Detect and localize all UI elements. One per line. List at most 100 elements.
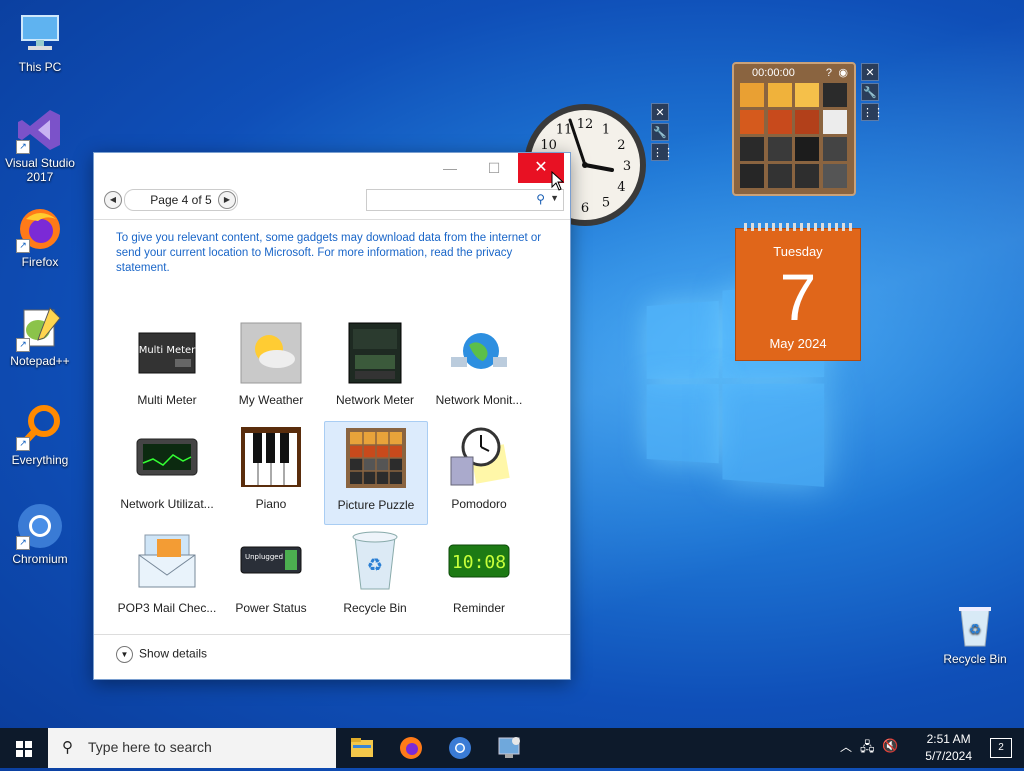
next-page-button[interactable]: ▶ [218,191,236,209]
gadget-recycle-bin[interactable]: ♻ Recycle Bin [324,525,426,627]
search-icon[interactable]: ⚲ [536,192,545,206]
gadget-multi-meter[interactable]: Multi Meter Multi Meter [116,317,218,419]
puzzle-tile[interactable] [739,163,765,189]
drag-handle-icon[interactable]: ⋮⋮ [861,103,884,121]
desktop-icon-visual-studio[interactable]: ↗ Visual Studio 2017 [0,106,80,184]
system-tray: ︿ 🖧 🔇 2:51 AM 5/7/2024 2 [834,728,1024,768]
chevron-down-icon[interactable]: ▼ [550,193,559,203]
folder-icon [351,738,373,757]
privacy-notice-link[interactable]: To give you relevant content, some gadge… [116,231,546,276]
clock-number: 4 [617,180,625,195]
search-icon: ⚲ [62,739,73,756]
volume-muted-icon[interactable]: 🔇 [882,738,898,754]
desktop-icon-label: Chromium [12,552,68,566]
puzzle-tile[interactable] [766,109,793,135]
gadget-piano[interactable]: Piano [220,421,322,523]
start-button[interactable] [0,728,48,768]
close-icon[interactable]: ✕ [861,63,879,81]
puzzle-tile[interactable] [794,82,820,108]
desktop-icon-this-pc[interactable]: This PC [0,10,80,74]
puzzle-tile[interactable] [794,136,820,162]
puzzle-tile[interactable] [794,109,820,135]
gadget-pomodoro[interactable]: Pomodoro [428,421,530,523]
mouse-cursor-icon [551,170,565,194]
gadget-reminder[interactable]: 10:08 Reminder [428,525,530,627]
clock-gadget-tools: ✕ 🔧 ⋮⋮ [651,103,674,163]
recycle-bin-icon: ♻ [951,602,999,650]
clock-number: 3 [623,159,631,174]
puzzle-tile[interactable] [821,163,848,189]
taskbar-chromium[interactable] [436,728,484,768]
puzzle-tile[interactable] [739,136,765,162]
multi-meter-icon: Multi Meter [135,321,199,385]
puzzle-tile[interactable] [739,109,765,135]
firefox-icon: ↗ [16,205,64,253]
gadget-pop3-mail-checker[interactable]: POP3 Mail Chec... [116,525,218,627]
taskbar-clock[interactable]: 2:51 AM 5/7/2024 [925,731,972,765]
gadget-label: My Weather [238,393,304,407]
gadget-label: Network Monit... [435,393,523,407]
calendar-gadget[interactable]: Tuesday 7 May 2024 [735,223,861,361]
gadget-label: Network Meter [335,393,415,407]
taskbar-firefox[interactable] [387,728,435,768]
chevron-up-icon[interactable]: ︿ [840,738,852,755]
puzzle-tile[interactable] [821,109,848,135]
drag-handle-icon[interactable]: ⋮⋮ [651,143,674,161]
show-details-toggle[interactable]: ▼ Show details [116,646,207,663]
shortcut-arrow-icon: ↗ [16,338,30,352]
minimize-button[interactable]: — [428,153,472,183]
desktop-icon-notepadpp[interactable]: ↗ Notepad++ [0,304,80,368]
chevron-down-icon: ▼ [116,646,133,663]
gadget-label: Power Status [235,601,307,615]
recycle-bin-icon: ♻ [343,529,407,593]
puzzle-tile[interactable] [766,136,793,162]
puzzle-tile[interactable] [794,163,820,189]
gadget-power-status[interactable]: Unplugged Power Status [220,525,322,627]
picture-icon[interactable]: ◉ [838,64,848,82]
desktop-icon-chromium[interactable]: ↗ Chromium [0,502,80,566]
desktop-icon-firefox[interactable]: ↗ Firefox [0,205,80,269]
wrench-icon[interactable]: 🔧 [651,123,669,141]
title-bar[interactable]: — ☐ ✕ [94,153,570,185]
gadget-network-monitor[interactable]: Network Monit... [428,317,530,419]
pomodoro-clock-icon [447,425,511,489]
puzzle-tile[interactable] [739,82,765,108]
taskbar-search-box[interactable]: ⚲ Type here to search [48,728,336,768]
gadget-network-utilization[interactable]: Network Utilizat... [116,421,218,523]
gadget-picture-puzzle[interactable]: Picture Puzzle [324,421,428,525]
puzzle-tile[interactable] [821,136,848,162]
picture-puzzle-gadget[interactable]: 00:00:00 ? ◉ [732,62,856,196]
puzzle-grid[interactable] [739,82,849,190]
chromium-icon [449,737,471,759]
gadget-my-weather[interactable]: My Weather [220,317,322,419]
gadget-network-meter[interactable]: Network Meter [324,317,426,419]
clock-number: 1 [602,123,610,138]
search-gadgets-input[interactable]: ⚲ ▼ [366,189,564,211]
help-icon[interactable]: ? [826,64,832,82]
previous-page-button[interactable]: ◀ [104,191,122,209]
desktop-icon-label: Recycle Bin [943,652,1007,666]
show-details-label: Show details [139,646,208,661]
close-icon[interactable]: ✕ [651,103,669,121]
desktop-icon-label: Firefox [21,255,59,269]
globe-network-icon [447,321,511,385]
svg-text:♻: ♻ [367,555,383,576]
taskbar-gadgets[interactable] [485,728,533,768]
desktop-icon-recycle-bin[interactable]: ♻ Recycle Bin [935,602,1015,666]
clock-date: 5/7/2024 [925,749,972,763]
calendar-weekday: Tuesday [773,244,823,259]
wrench-icon[interactable]: 🔧 [861,83,879,101]
gadget-label: Pomodoro [451,497,507,511]
puzzle-tile[interactable] [766,82,793,108]
maximize-button[interactable]: ☐ [472,153,516,183]
desktop-icon-everything[interactable]: ↗ Everything [0,403,80,467]
desktop-icon-label: Notepad++ [10,354,70,368]
network-utilization-icon [135,425,199,489]
shortcut-arrow-icon: ↗ [16,437,30,451]
clock-number: 12 [577,117,594,132]
puzzle-tile[interactable] [821,82,848,108]
notification-center-button[interactable]: 2 [990,738,1012,758]
taskbar-file-explorer[interactable] [338,728,386,768]
puzzle-tile[interactable] [766,163,793,189]
network-icon[interactable]: 🖧 [860,738,875,760]
